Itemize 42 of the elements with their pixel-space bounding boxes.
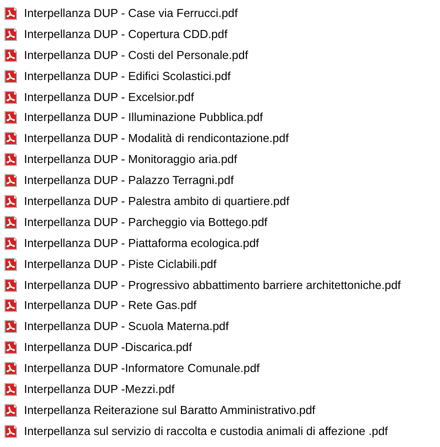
- pdf-file-icon: [4, 382, 17, 396]
- pdf-file-icon: [4, 341, 17, 354]
- file-item[interactable]: Interpellanza DUP - Piattaforma ecologica.pdf: [3, 232, 440, 254]
- file-item[interactable]: Interpellanza DUP - Parcheggio via Bottego.pdf: [3, 212, 440, 233]
- file-item[interactable]: Interpellanza DUP - Piste Ciclabili.pdf: [3, 254, 440, 275]
- pdf-file-icon: [4, 404, 17, 417]
- file-item[interactable]: Interpellanza DUP -Discarica.pdf: [3, 337, 440, 358]
- file-item[interactable]: Interpellanza DUP - Modalità di rendicontazione.pdf: [3, 128, 440, 150]
- pdf-file-icon: [4, 362, 17, 376]
- pdf-file-icon: [4, 320, 17, 334]
- pdf-file-icon: [4, 153, 17, 166]
- file-item[interactable]: Interpellanza DUP - Copertura CDD.pdf: [3, 24, 440, 45]
- pdf-file-icon: [4, 132, 17, 146]
- file-item[interactable]: Interpellanza DUP - Excelsior.pdf: [3, 86, 440, 108]
- file-item[interactable]: Interpellanza DUP - Progressivo abbattimento barriere architettoniche.pdf: [3, 274, 440, 296]
- file-item[interactable]: Interpellanza DUP - Illuminazione Pubblica.pdf: [3, 107, 440, 128]
- file-item[interactable]: Interpellanza sul servizio di raccolta e custodia animali di affezione .pdf: [3, 420, 440, 442]
- pdf-file-icon: [4, 90, 17, 104]
- pdf-file-icon: [4, 236, 17, 250]
- pdf-file-icon: [4, 174, 17, 188]
- file-item[interactable]: Interpellanza DUP - Rete Gas.pdf: [3, 295, 440, 316]
- file-item[interactable]: Interpellanza DUP - Costi del Personale.pdf: [3, 44, 440, 66]
- pdf-file-icon: [4, 48, 17, 62]
- file-item[interactable]: Interpellanza DUP - Monitoraggio aria.pdf: [3, 149, 440, 170]
- pdf-file-icon: [4, 258, 17, 271]
- file-item[interactable]: Interpellanza DUP -Informatore Comunale.pdf: [3, 358, 440, 380]
- file-item[interactable]: Interpellanza DUP -Mezzi.pdf: [3, 379, 440, 400]
- file-item[interactable]: Interpellanza Reiterazione sul Baratto Amministrativo.pdf: [3, 400, 440, 421]
- pdf-file-icon: [4, 28, 17, 41]
- file-item[interactable]: Interpellanza DUP - Palazzo Terragni.pdf: [3, 170, 440, 192]
- pdf-file-icon: [4, 194, 17, 208]
- file-item[interactable]: Interpellanza DUP - Scuola Materna.pdf: [3, 316, 440, 338]
- pdf-file-icon: [4, 111, 17, 124]
- file-item[interactable]: Interpellanza DUP - Palestra ambito di quartiere.pdf: [3, 191, 440, 212]
- file-item[interactable]: Interpellanza DUP - Edifici Scolastici.pdf: [3, 66, 440, 87]
- pdf-file-icon: [4, 278, 17, 292]
- pdf-file-icon: [4, 299, 17, 312]
- file-item[interactable]: Interpellanza DUP - Case via Ferrucci.pdf: [3, 3, 440, 24]
- pdf-file-icon: [4, 6, 17, 20]
- pdf-file-icon: [4, 70, 17, 83]
- pdf-file-icon: [4, 216, 17, 229]
- pdf-file-icon: [4, 424, 17, 438]
